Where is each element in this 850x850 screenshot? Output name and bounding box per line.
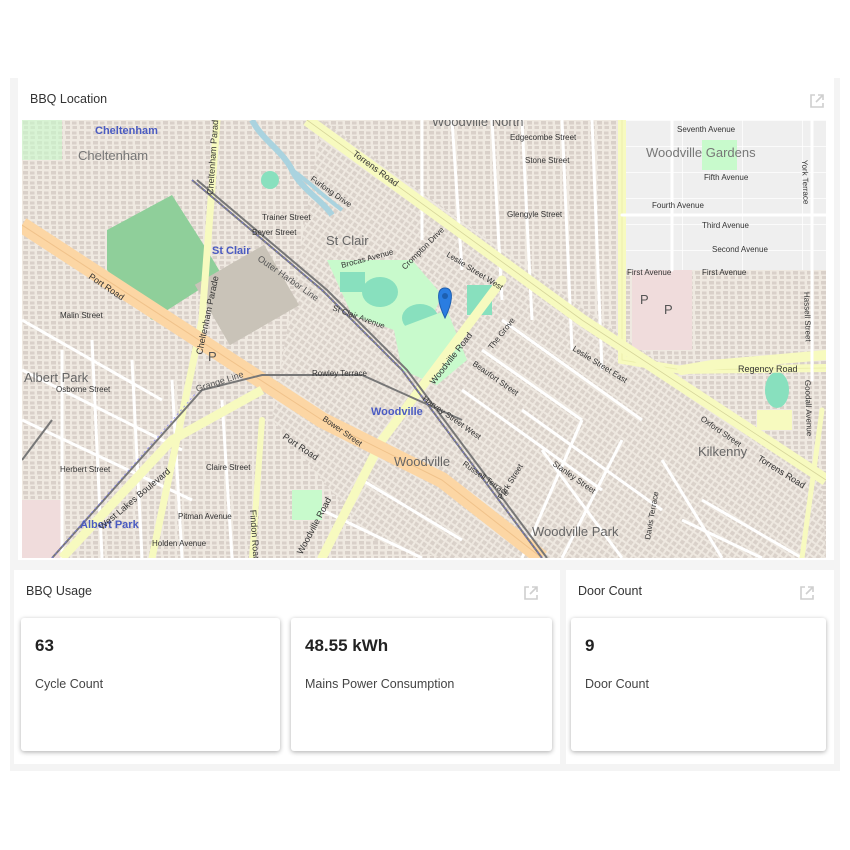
cycle-count-value: 63	[35, 636, 54, 655]
external-link-icon[interactable]	[798, 584, 816, 602]
map-label: Hassell Street	[802, 292, 813, 343]
map-label: Fifth Avenue	[704, 173, 749, 182]
dashboard: BBQ Location P P P Cheltenham Cheltenham…	[10, 78, 840, 771]
map-label: Woodville North	[432, 120, 524, 129]
svg-text:P: P	[664, 302, 673, 317]
map-label: Cheltenham	[95, 125, 158, 137]
map-label: Albert Park	[24, 370, 89, 385]
map-label: Woodville	[371, 406, 423, 418]
external-link-icon[interactable]	[522, 584, 540, 602]
map-label: Beyer Street	[252, 228, 297, 237]
power-consumption-value: 48.55 kWh	[305, 636, 389, 655]
cycle-count-label: Cycle Count	[35, 677, 104, 691]
map-label: Third Avenue	[702, 221, 750, 230]
map-label: First Avenue	[627, 268, 672, 277]
map-label: First Avenue	[702, 268, 747, 277]
map-label: Seventh Avenue	[677, 125, 736, 134]
map-view[interactable]: P P P Cheltenham Cheltenham St Clair St …	[22, 120, 826, 558]
panel-title: Door Count	[578, 584, 642, 598]
svg-text:P: P	[640, 292, 649, 307]
map-label: Holden Avenue	[152, 539, 207, 548]
svg-text:P: P	[208, 349, 217, 364]
door-count-card: 9 Door Count	[571, 618, 826, 751]
bbq-location-panel: BBQ Location P P P Cheltenham Cheltenham…	[18, 78, 834, 560]
map-label: Woodville	[394, 454, 450, 469]
map-label: Fourth Avenue	[652, 201, 704, 210]
panel-title: BBQ Usage	[26, 584, 93, 598]
power-consumption-card: 48.55 kWh Mains Power Consumption	[291, 618, 552, 751]
cycle-count-card: 63 Cycle Count	[21, 618, 280, 751]
map-label: Cheltenham	[78, 148, 148, 163]
panel-title: BBQ Location	[30, 92, 108, 106]
map-label: Trainer Street	[262, 213, 311, 222]
door-count-value: 9	[585, 636, 595, 655]
door-count-panel: Door Count 9 Door Count	[566, 570, 834, 764]
map-label: Second Avenue	[712, 245, 768, 254]
map-label: Woodville Gardens	[646, 145, 756, 160]
map-label: St Clair	[326, 233, 369, 248]
map-label: Stone Street	[525, 156, 570, 165]
map-label: York Terrace	[800, 160, 811, 205]
power-consumption-label: Mains Power Consumption	[305, 677, 455, 691]
map-label: Rowley Terrace	[312, 369, 368, 378]
map-canvas: P P P Cheltenham Cheltenham St Clair St …	[22, 120, 826, 558]
map-label: St Clair	[212, 245, 251, 257]
map-label: Malin Street	[60, 311, 103, 320]
map-label: Claire Street	[206, 463, 251, 472]
map-label: Edgecombe Street	[510, 133, 577, 142]
door-count-label: Door Count	[585, 677, 649, 691]
map-label: Herbert Street	[60, 465, 111, 474]
bbq-usage-panel: BBQ Usage 63 Cycle Count 48.55 kWh Mains…	[14, 570, 560, 764]
map-label: Kilkenny	[698, 444, 748, 459]
map-label: Pitman Avenue	[178, 512, 232, 521]
map-label: Woodville Park	[532, 524, 619, 539]
external-link-icon[interactable]	[808, 92, 826, 110]
map-label: Regency Road	[738, 364, 798, 374]
map-label: Osborne Street	[56, 385, 111, 394]
map-label: Glengyle Street	[507, 210, 563, 219]
